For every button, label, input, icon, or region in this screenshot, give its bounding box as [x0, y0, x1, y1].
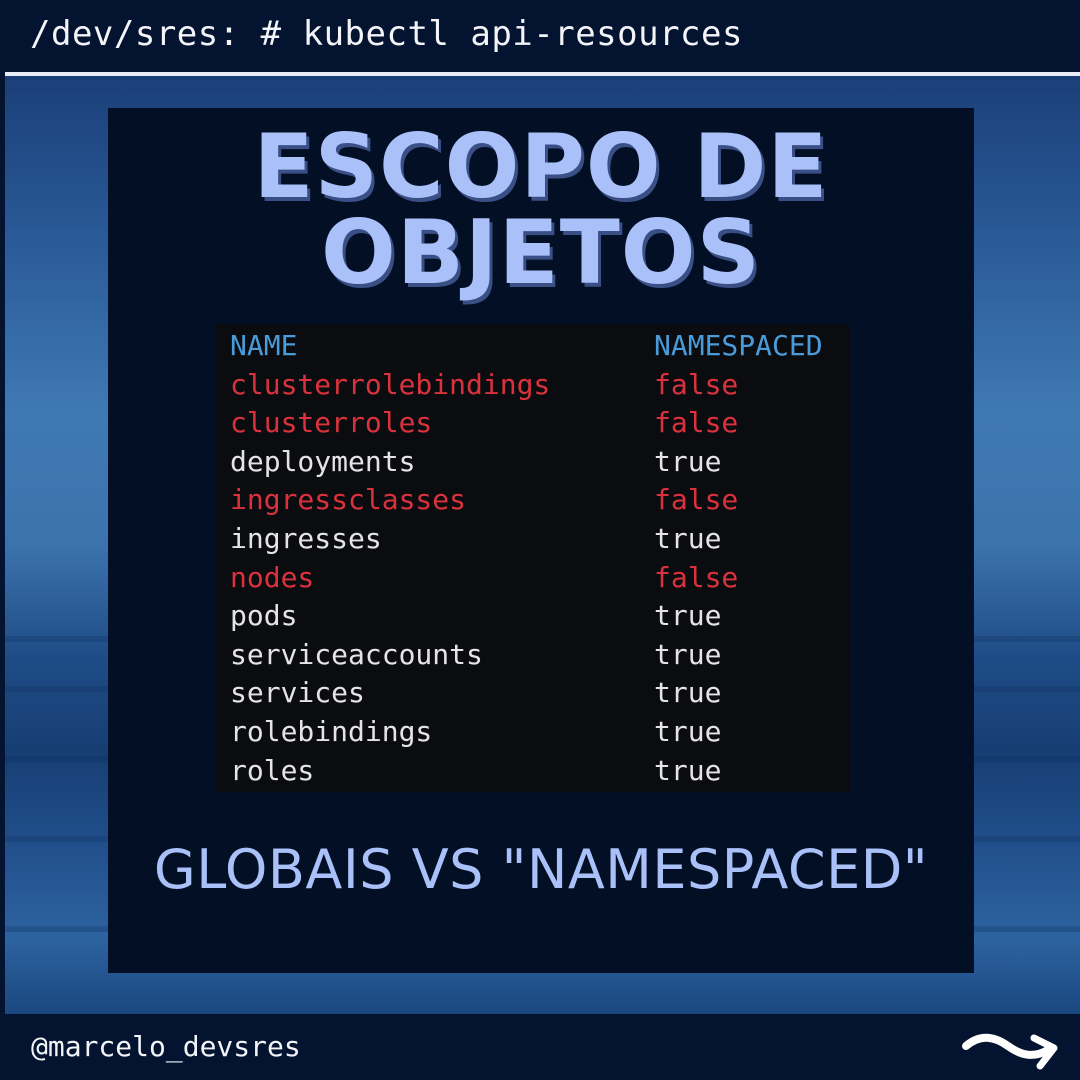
- page-title: ESCOPO DE OBJETOS: [108, 115, 974, 304]
- terminal-output: NAME NAMESPACED clusterrolebindings false…: [216, 324, 850, 792]
- namespaced-value: false: [654, 406, 739, 440]
- namespaced-value: false: [654, 483, 739, 517]
- title-line-2: OBJETOS: [321, 201, 761, 304]
- resource-name: nodes: [230, 560, 315, 594]
- swipe-arrow-icon[interactable]: [960, 1026, 1060, 1070]
- post-page: /dev/sres: # kubectl api-resources ESCOP…: [0, 0, 1080, 1080]
- namespaced-value: true: [654, 444, 722, 478]
- resource-name: serviceaccounts: [230, 637, 483, 671]
- resource-name: pods: [230, 599, 298, 633]
- column-header-namespaced: NAMESPACED: [654, 329, 823, 362]
- column-header-name: NAME: [230, 329, 298, 362]
- resource-name: ingresses: [230, 522, 382, 555]
- resource-name: services: [230, 676, 365, 710]
- namespaced-value: false: [654, 367, 739, 401]
- resource-name: ingressclasses: [230, 483, 467, 517]
- footer-bar: @marcelo_devsres: [5, 1014, 1080, 1080]
- command-prompt: /dev/sres: # kubectl api-resources: [30, 14, 743, 54]
- namespaced-value: true: [654, 753, 722, 787]
- page-subtitle: GLOBAIS VS "NAMESPACED": [153, 838, 929, 901]
- resource-name: clusterrolebindings: [230, 367, 551, 401]
- namespaced-value: true: [654, 522, 722, 555]
- resource-name: rolebindings: [230, 715, 433, 748]
- namespaced-value: true: [654, 676, 722, 710]
- namespaced-value: true: [654, 715, 722, 748]
- author-handle: @marcelo_devsres: [31, 1030, 301, 1063]
- resource-name: clusterroles: [230, 406, 433, 440]
- content-panel: ESCOPO DE OBJETOS NAME NAMESPACED cluste…: [108, 108, 974, 973]
- header-bar: /dev/sres: # kubectl api-resources: [0, 0, 1080, 72]
- namespaced-value: false: [654, 560, 739, 594]
- namespaced-value: true: [654, 637, 722, 671]
- resource-name: roles: [230, 753, 315, 787]
- title-line-1: ESCOPO DE: [253, 115, 829, 218]
- namespaced-value: true: [654, 599, 722, 633]
- resource-name: deployments: [230, 444, 416, 478]
